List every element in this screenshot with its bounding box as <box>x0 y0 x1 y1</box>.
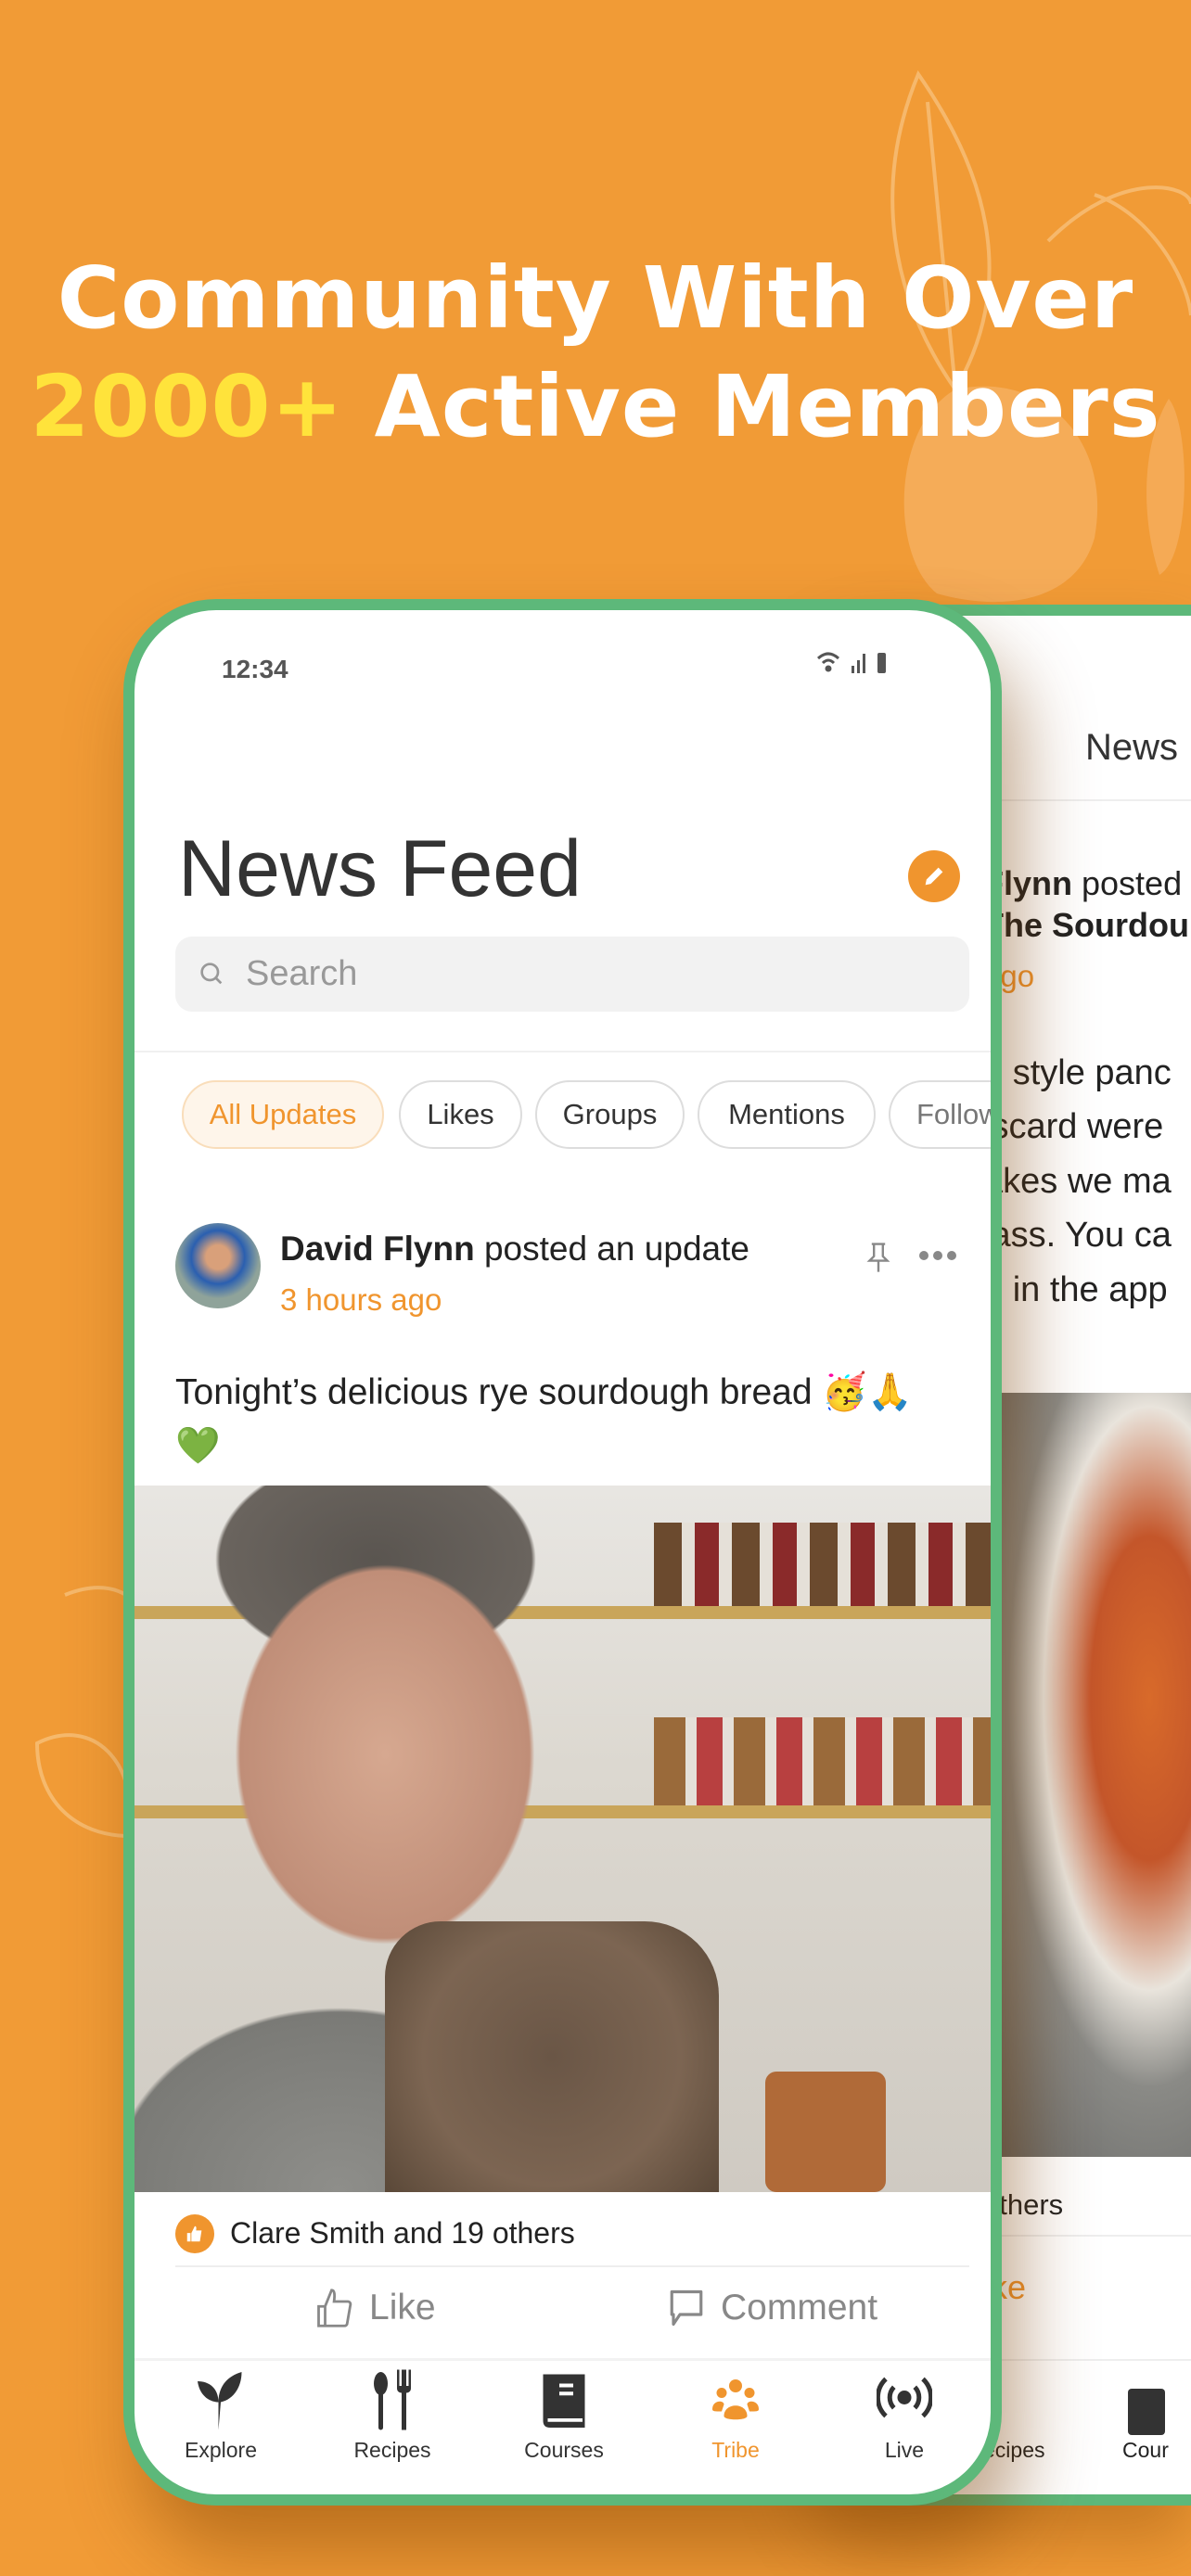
nav-label: Live <box>884 2438 925 2462</box>
chip-follow[interactable]: Follow <box>889 1080 991 1149</box>
wifi-icon <box>816 652 840 672</box>
signal-icon <box>852 654 865 673</box>
post-action: posted an update <box>474 1230 749 1268</box>
like-label: Like <box>369 2288 436 2327</box>
post-time: 3 hours ago <box>280 1282 442 1317</box>
headline-line2: 2000+ Active Members <box>0 357 1191 456</box>
nav-tribe[interactable]: Tribe <box>649 2369 822 2463</box>
comment-label: Comment <box>721 2288 878 2327</box>
back-post-image <box>983 1393 1191 2157</box>
like-summary[interactable]: Clare Smith and 19 others <box>230 2216 575 2251</box>
chip-groups[interactable]: Groups <box>535 1080 685 1149</box>
avatar[interactable] <box>175 1223 261 1308</box>
page-title: News Feed <box>178 824 582 913</box>
back-text-line: o in the app <box>983 1270 1168 1309</box>
group-icon <box>712 2379 759 2420</box>
divider <box>134 2358 991 2361</box>
nav-recipes[interactable]: Recipes <box>306 2369 479 2463</box>
nav-live[interactable]: Live <box>818 2369 991 2463</box>
thumbs-up-icon <box>186 2225 202 2242</box>
nav-label: Courses <box>524 2438 604 2462</box>
post-header: David Flynn posted an update <box>280 1230 749 1269</box>
post-image[interactable] <box>134 1486 991 2192</box>
more-icon[interactable] <box>918 1248 957 1263</box>
nav-explore[interactable]: Explore <box>134 2369 307 2463</box>
nav-label: Explore <box>185 2438 257 2462</box>
pencil-icon <box>925 867 943 886</box>
nav-label: Tribe <box>711 2438 760 2462</box>
battery-icon <box>877 653 886 673</box>
back-text-line: lass. You ca <box>983 1216 1172 1255</box>
headline-line1: Community With Over <box>57 249 1134 348</box>
back-action: posted <box>1072 864 1183 902</box>
broadcast-icon <box>877 2377 932 2418</box>
chip-all-updates[interactable]: All Updates <box>182 1080 384 1149</box>
search-placeholder: Search <box>246 954 358 993</box>
status-icons <box>816 652 886 673</box>
post-author[interactable]: David Flynn <box>280 1230 475 1268</box>
like-button[interactable]: Like <box>315 2287 436 2329</box>
comment-icon <box>670 2289 703 2327</box>
divider <box>134 1051 991 1052</box>
chip-mentions[interactable]: Mentions <box>698 1080 876 1149</box>
post-text: Tonight’s delicious rye sourdough bread … <box>175 1372 913 1412</box>
search-input[interactable]: Search <box>175 937 969 1012</box>
cutlery-icon <box>374 2369 411 2430</box>
nav-courses[interactable]: Courses <box>478 2369 650 2463</box>
front-phone: 12:34 News Feed Search All Updates Likes… <box>123 599 1002 2506</box>
status-time: 12:34 <box>222 655 288 683</box>
like-count-icon <box>175 2214 214 2253</box>
pin-icon[interactable] <box>864 1241 892 1274</box>
book-icon <box>543 2374 585 2428</box>
book-icon <box>1128 2389 1165 2435</box>
chip-likes[interactable]: Likes <box>399 1080 522 1149</box>
post-text-emoji: 💚 <box>175 1426 221 1466</box>
back-text-line: akes we ma <box>983 1162 1172 1201</box>
nav-label: Recipes <box>353 2438 431 2462</box>
headline-highlight: 2000+ <box>30 357 344 456</box>
back-text-line: n style panc <box>983 1053 1172 1092</box>
back-group: The Sourdou <box>983 906 1189 944</box>
back-nav-courses[interactable]: Cour <box>1122 2438 1169 2463</box>
back-title: News <box>1085 727 1179 768</box>
thumbs-up-icon <box>317 2289 352 2327</box>
back-text-line: iscard were <box>983 1107 1164 1146</box>
compose-button[interactable] <box>908 850 960 902</box>
headline-rest: Active Members <box>343 357 1161 456</box>
sprout-icon <box>198 2372 242 2430</box>
search-icon <box>200 962 223 984</box>
divider <box>175 2265 969 2267</box>
comment-button[interactable]: Comment <box>667 2287 877 2329</box>
